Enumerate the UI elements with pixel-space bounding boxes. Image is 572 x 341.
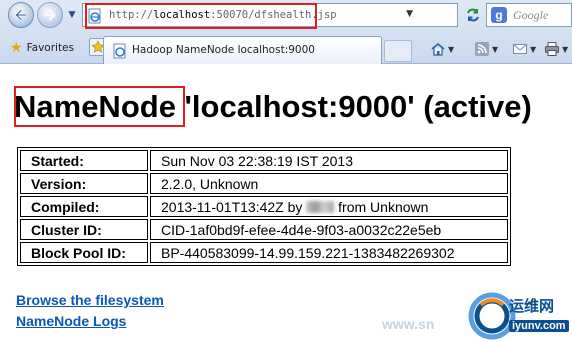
rss-icon xyxy=(475,42,489,56)
compiled-date: 2013-11-01T13:42Z by xyxy=(161,198,303,215)
ie-page-icon xyxy=(113,43,126,59)
tab-hadoop-namenode[interactable]: Hadoop NameNode localhost:9000 xyxy=(103,36,382,64)
namenode-logs-link[interactable]: NameNode Logs xyxy=(16,313,126,329)
table-row: Compiled: 2013-11-01T13:42Z by from Unkn… xyxy=(20,196,508,217)
site-name: 运维网 xyxy=(509,297,555,315)
favorites-button[interactable]: ★ Favorites xyxy=(6,37,78,59)
print-button[interactable]: ▼ xyxy=(544,41,568,57)
search-box[interactable]: g Google xyxy=(486,3,572,27)
home-dropdown-icon[interactable]: ▼ xyxy=(448,45,454,54)
feeds-button[interactable]: ▼ xyxy=(474,41,498,57)
mail-button[interactable]: ▼ xyxy=(512,41,536,57)
site-url: iyunv.com xyxy=(509,320,569,332)
new-tab-button[interactable] xyxy=(384,40,412,62)
google-icon: g xyxy=(491,7,507,23)
tab-label: Hadoop NameNode localhost:9000 xyxy=(132,44,315,56)
table-row: Started: Sun Nov 03 22:38:19 IST 2013 xyxy=(20,150,508,171)
browser-chrome: ▼ http://localhost:50070/dfshealth.jsp ▼… xyxy=(0,0,572,64)
forward-arrow-icon xyxy=(43,9,56,21)
search-placeholder: Google xyxy=(513,8,549,22)
mail-icon xyxy=(513,44,527,54)
home-icon xyxy=(431,42,445,56)
namenode-info-table: Started: Sun Nov 03 22:38:19 IST 2013 Ve… xyxy=(17,147,511,266)
compat-refresh-button[interactable] xyxy=(463,5,483,25)
redacted-username xyxy=(306,200,335,213)
title-highlight-box xyxy=(14,86,185,127)
browse-filesystem-link[interactable]: Browse the filesystem xyxy=(16,292,164,308)
tab-bar: ★ Favorites Hadoop NameNode localhost:90… xyxy=(0,32,572,64)
forward-button[interactable] xyxy=(37,2,63,28)
feeds-dropdown-icon[interactable]: ▼ xyxy=(492,45,498,54)
info-value: 2013-11-01T13:42Z by from Unknown xyxy=(150,196,508,217)
table-row: Cluster ID: CID-1af0bd9f-efee-4d4e-9f03-… xyxy=(20,219,508,240)
info-label: Cluster ID: xyxy=(20,219,148,240)
title-host-status: 'localhost:9000' (active) xyxy=(175,89,532,124)
navigation-bar: ▼ http://localhost:50070/dfshealth.jsp ▼… xyxy=(0,0,572,31)
url-highlight-box xyxy=(85,3,317,29)
table-row: Block Pool ID: BP-440583099-14.99.159.22… xyxy=(20,242,508,263)
history-dropdown-icon[interactable]: ▼ xyxy=(66,8,78,22)
info-value: BP-440583099-14.99.159.221-1383482269302 xyxy=(150,242,508,263)
info-value: CID-1af0bd9f-efee-4d4e-9f03-a0032c22e5eb xyxy=(150,219,508,240)
refresh-icon xyxy=(467,8,479,22)
info-value: 2.2.0, Unknown xyxy=(150,173,508,194)
home-button[interactable]: ▼ xyxy=(430,41,454,57)
info-label: Compiled: xyxy=(20,196,148,217)
printer-icon xyxy=(545,42,559,56)
back-arrow-icon xyxy=(15,9,28,21)
favorites-label: Favorites xyxy=(26,42,74,54)
compiled-source: from Unknown xyxy=(338,198,429,215)
info-label: Block Pool ID: xyxy=(20,242,148,263)
table-row: Version: 2.2.0, Unknown xyxy=(20,173,508,194)
info-label: Started: xyxy=(20,150,148,171)
back-button[interactable] xyxy=(8,2,34,28)
star-icon: ★ xyxy=(10,40,23,56)
info-value: Sun Nov 03 22:38:19 IST 2013 xyxy=(150,150,508,171)
info-label: Version: xyxy=(20,173,148,194)
print-dropdown-icon[interactable]: ▼ xyxy=(562,45,568,54)
watermark-text: www.sn xyxy=(382,316,435,332)
mail-dropdown-icon[interactable]: ▼ xyxy=(530,45,536,54)
address-dropdown-icon[interactable]: ▼ xyxy=(406,9,413,19)
